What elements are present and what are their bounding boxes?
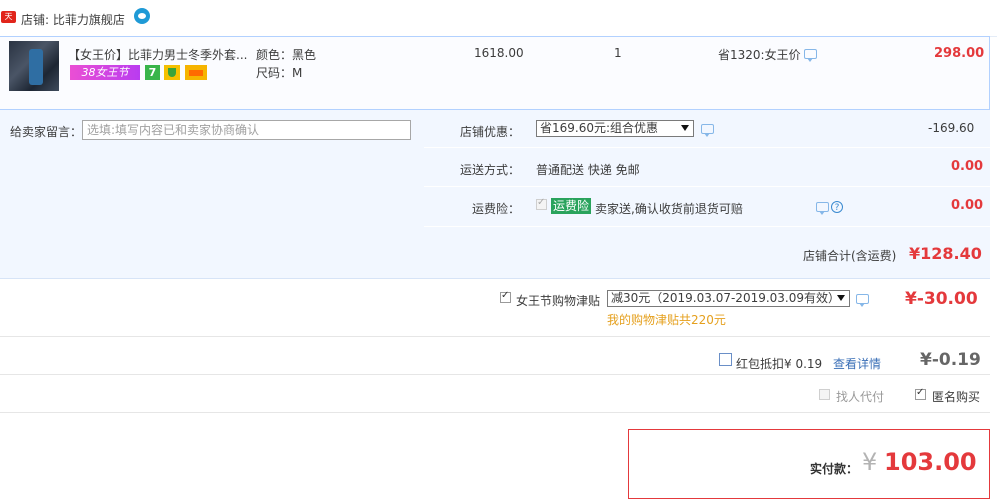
shop-name[interactable]: 店铺: 比菲力旗舰店 <box>21 11 125 28</box>
divider <box>0 336 990 337</box>
red-packet-value: ¥-0.19 <box>920 350 981 370</box>
chevron-down-icon <box>837 295 845 301</box>
anonymous-label: 匿名购买 <box>932 390 981 404</box>
shipping-value: 0.00 <box>951 159 984 174</box>
tmall-icon: 天猫 <box>1 11 16 33</box>
proxy-pay-label: 找人代付 <box>836 390 885 404</box>
original-price: 1618.00 <box>474 46 524 60</box>
shipping-label: 运送方式： <box>459 163 520 177</box>
festival-badge: 38女王节 <box>70 65 140 80</box>
red-packet-checkbox[interactable] <box>719 353 732 366</box>
allowance-checkbox[interactable] <box>500 290 511 303</box>
shop-discount-label: 店铺优惠： <box>459 125 520 139</box>
product-color: 颜色：黑色 <box>256 48 317 62</box>
allowance-value: ¥-30.00 <box>905 289 978 309</box>
product-title[interactable]: 【女王价】比菲力男士冬季外套... <box>68 46 250 63</box>
credit-card-icon <box>185 65 207 80</box>
allowance-note: 我的购物津贴共220元 <box>607 313 726 327</box>
shop-total-value: ¥128.40 <box>909 244 982 263</box>
chevron-down-icon <box>681 125 689 131</box>
insurance-chat-icon[interactable] <box>816 202 829 215</box>
row-divider <box>424 226 990 227</box>
allowance-info-icon[interactable] <box>856 294 869 307</box>
quantity: 1 <box>614 46 622 60</box>
divider <box>0 374 990 375</box>
insurance-checkbox <box>536 197 547 210</box>
shop-discount-value: -169.60 <box>928 121 975 135</box>
item-price: 298.00 <box>934 46 985 61</box>
allowance-selected: 减30元（2019.03.07-2019.03.09有效） <box>611 291 841 305</box>
allowance-select[interactable]: 减30元（2019.03.07-2019.03.09有效） <box>607 290 850 307</box>
product-size: 尺码：M <box>256 66 303 80</box>
insurance-label: 运费险： <box>471 202 520 216</box>
insurance-value: 0.00 <box>951 198 984 213</box>
row-divider <box>424 147 990 148</box>
payment-currency: ¥ <box>862 448 878 476</box>
shop-discount-info-icon[interactable] <box>701 124 714 137</box>
payment-value: 103.00 <box>884 448 977 476</box>
shop-discount-select[interactable]: 省169.60元:组合优惠 <box>536 120 694 137</box>
shipping-method: 普通配送 快递 免邮 <box>536 163 640 177</box>
memo-label: 给卖家留言： <box>10 125 83 139</box>
proxy-pay-checkbox <box>819 389 830 400</box>
shop-discount-selected: 省169.60元:组合优惠 <box>540 121 659 135</box>
help-icon[interactable]: ? <box>831 201 843 213</box>
row-divider <box>424 186 990 187</box>
insurance-description: 卖家送,确认收货前退货可赔 <box>595 202 743 216</box>
guarantee-icon <box>164 65 180 80</box>
allowance-label: 女王节购物津贴 <box>516 294 601 308</box>
divider <box>0 278 990 279</box>
red-packet-label: 红包抵扣¥ 0.19 <box>736 357 823 371</box>
shop-total-label: 店铺合计(含运费) <box>803 249 897 263</box>
wangwang-chat-icon[interactable] <box>134 8 150 24</box>
divider <box>0 412 990 413</box>
anonymous-checkbox[interactable] <box>915 387 926 400</box>
seven-day-return-icon: 7 <box>145 65 160 80</box>
memo-input[interactable] <box>82 120 411 140</box>
product-thumbnail[interactable] <box>9 41 59 91</box>
payment-label: 实付款： <box>810 462 859 476</box>
insurance-tag: 运费险 <box>551 198 592 214</box>
discount-info-icon[interactable] <box>804 49 817 62</box>
red-packet-details-link[interactable]: 查看详情 <box>833 355 881 372</box>
item-discount-note: 省1320:女王价 <box>718 48 801 62</box>
